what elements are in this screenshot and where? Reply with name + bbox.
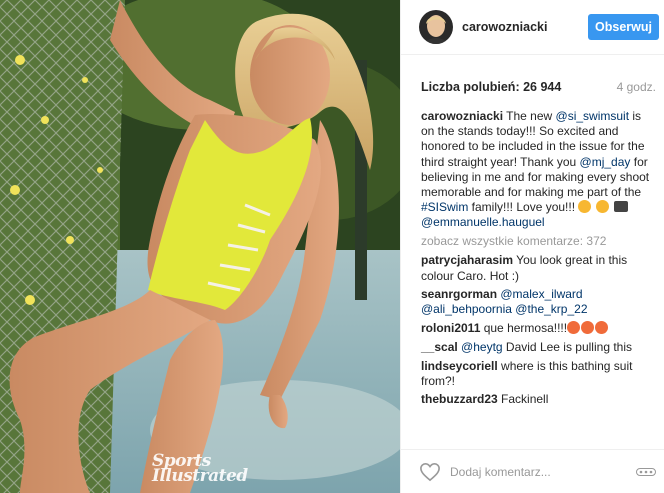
caption-text-4: family!!! Love you!!! (468, 200, 579, 215)
comment-item: roloni2011 que hermosa!!!! (421, 321, 656, 336)
avatar[interactable] (419, 10, 453, 44)
comments-list: carowozniacki The new @si_swimsuit is on… (401, 99, 664, 493)
caption-mention-mj-day[interactable]: @mj_day (580, 155, 631, 169)
avatar-photo-icon (419, 10, 453, 44)
comment-mention[interactable]: @heytg (461, 340, 503, 354)
comment-mention[interactable]: @ali_behpoornia (421, 302, 512, 316)
comment-text: David Lee is pulling this (502, 339, 632, 354)
instagram-post: Sports Illustrated carowozniacki Obserwu… (0, 0, 664, 493)
watermark-line2: Illustrated (152, 466, 248, 486)
heart-outline-icon[interactable] (419, 462, 441, 482)
post-time[interactable]: 4 godz. (617, 80, 656, 94)
heart-eyes-face-icon (567, 321, 581, 335)
comment-text: que hermosa!!!! (480, 321, 568, 336)
camera-icon (614, 201, 629, 213)
caption-author[interactable]: carowozniacki (421, 109, 503, 123)
follow-button[interactable]: Obserwuj (588, 14, 659, 40)
post-photo[interactable]: Sports Illustrated (0, 0, 400, 493)
header-username[interactable]: carowozniacki (462, 20, 588, 34)
comment-item: patrycjaharasim You look great in this c… (421, 253, 656, 283)
caption-hashtag[interactable]: #SISwim (421, 200, 468, 214)
comment-author[interactable]: seanrgorman (421, 287, 497, 301)
comment-author[interactable]: roloni2011 (421, 321, 480, 335)
comment-item: seanrgorman @malex_ilward @ali_behpoornia… (421, 287, 656, 317)
heart-eyes-face-icon (581, 321, 595, 335)
comment-text: Fackinell (497, 392, 549, 407)
more-options-icon[interactable] (636, 467, 656, 476)
caption-mention-photographer[interactable]: @emmanuelle.hauguel (421, 215, 545, 229)
likes-count[interactable]: Liczba polubień: 26 944 (421, 80, 561, 94)
swimsuit-photo-illustration (0, 0, 400, 493)
post-sidebar: carowozniacki Obserwuj Liczba polubień: … (400, 0, 664, 493)
grinning-face-icon (578, 200, 592, 214)
caption-mention-si-swimsuit[interactable]: @si_swimsuit (556, 109, 630, 123)
comment-mention[interactable]: @malex_ilward (500, 287, 582, 301)
post-header: carowozniacki Obserwuj (401, 0, 664, 55)
comment-author[interactable]: patrycjaharasim (421, 253, 513, 267)
comment-author[interactable]: lindseycoriell (421, 359, 498, 373)
comment-author[interactable]: __scal (421, 340, 458, 354)
heart-eyes-face-icon (595, 321, 609, 335)
comment-item: thebuzzard23 Fackinell (421, 392, 656, 407)
comment-item: lindseycoriell where is this bathing sui… (421, 359, 656, 389)
comment-item: __scal @heytg David Lee is pulling this (421, 340, 656, 355)
add-comment-input[interactable] (450, 464, 636, 479)
heart-eyes-face-icon (595, 200, 609, 214)
comment-mention[interactable]: @the_krp_22 (515, 302, 587, 316)
meta-row: Liczba polubień: 26 944 4 godz. (401, 55, 664, 99)
sports-illustrated-watermark: Sports Illustrated (152, 453, 272, 486)
caption: carowozniacki The new @si_swimsuit is on… (421, 109, 656, 231)
view-all-comments-link[interactable]: zobacz wszystkie komentarze: 372 (421, 234, 656, 249)
comment-author[interactable]: thebuzzard23 (421, 392, 498, 406)
caption-text-1: The new (503, 109, 556, 123)
post-footer (401, 449, 664, 493)
